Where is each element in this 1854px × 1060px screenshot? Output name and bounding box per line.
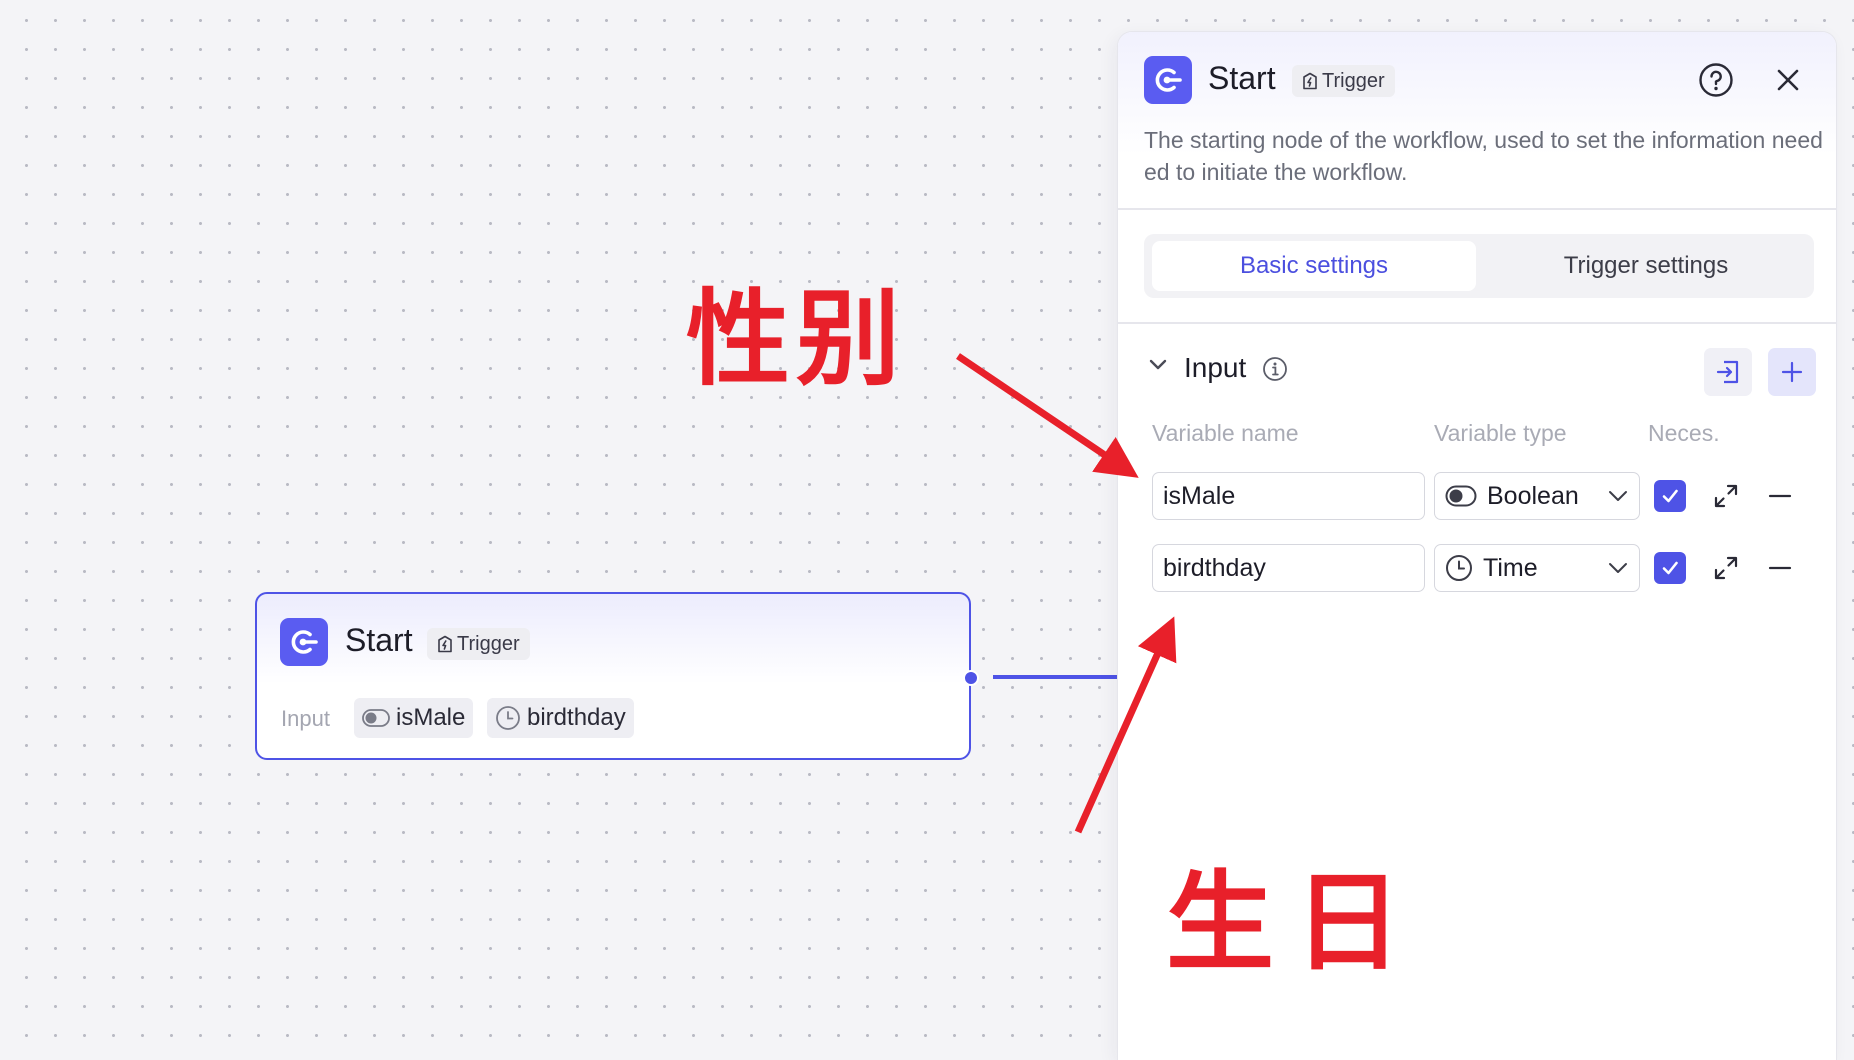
arrow-to-ismale [956,353,1139,478]
toggle-icon [1445,485,1477,507]
input-section-title: Input [1184,352,1247,383]
required-checkbox[interactable] [1654,480,1686,512]
annotation-birthday: 生日 [1166,861,1423,986]
trigger-icon [438,635,452,653]
variable-type-label: Time [1483,553,1538,582]
expand-icon[interactable] [1712,554,1740,582]
variable-row: Boolean [1152,472,1812,520]
panel-title: Start [1208,60,1276,96]
chip-label: birdthday [527,704,626,731]
variable-type-select[interactable]: Time [1434,544,1640,592]
variable-name-input[interactable] [1152,472,1425,520]
chevron-down-icon [1609,491,1627,501]
input-chip-ismale: isMale [354,698,474,738]
start-node-logo-icon [280,618,328,666]
trigger-icon [1303,72,1317,90]
chevron-down-icon [1609,563,1627,573]
check-icon [1662,561,1678,575]
remove-variable-icon[interactable] [1766,554,1794,582]
tab-basic-settings[interactable]: Basic settings [1152,241,1476,291]
variable-type-label: Boolean [1487,481,1579,510]
remove-variable-icon[interactable] [1766,482,1794,510]
panel-description: The starting node of the workflow, used … [1144,127,1823,185]
node-output-port[interactable] [963,670,979,686]
check-icon [1662,489,1678,503]
column-header-necessary: Neces. [1648,420,1720,446]
variable-name-input[interactable] [1152,544,1425,592]
tabs-divider [1118,322,1836,324]
required-checkbox[interactable] [1654,552,1686,584]
info-icon[interactable] [1262,356,1288,382]
connection-edge [993,675,1118,679]
help-button[interactable] [1698,62,1734,98]
start-node-title: Start [345,622,413,658]
trigger-badge-label: Trigger [457,632,520,655]
panel-trigger-badge: Trigger [1292,65,1395,97]
close-icon [1777,69,1799,91]
header-divider [1118,208,1836,210]
annotation-gender: 性别 [686,278,907,400]
panel-start-logo-icon [1144,56,1192,104]
start-node-card[interactable]: Start Trigger Input isMale birdthday [255,592,971,760]
node-input-label: Input [281,706,330,731]
input-chip-birthday: birdthday [487,698,634,738]
clock-icon [1446,555,1472,581]
chip-label: isMale [396,704,466,731]
add-variable-button[interactable] [1768,348,1816,396]
import-icon [1716,360,1739,384]
plus-icon [1781,361,1803,383]
toggle-icon [362,709,390,727]
column-header-variable-type: Variable type [1434,420,1567,446]
help-icon [1699,63,1733,97]
collapse-chevron-icon[interactable] [1146,352,1170,376]
import-variables-button[interactable] [1704,348,1752,396]
trigger-badge-label: Trigger [1322,69,1385,92]
expand-icon[interactable] [1712,482,1740,510]
tab-trigger-settings[interactable]: Trigger settings [1484,241,1808,291]
variable-row: Time [1152,544,1812,592]
clock-icon [496,706,520,730]
variable-type-select[interactable]: Boolean [1434,472,1640,520]
trigger-badge: Trigger [427,628,530,660]
settings-tabs: Basic settings Trigger settings [1144,234,1814,298]
column-header-variable-name: Variable name [1152,420,1299,446]
close-button[interactable] [1770,62,1806,98]
